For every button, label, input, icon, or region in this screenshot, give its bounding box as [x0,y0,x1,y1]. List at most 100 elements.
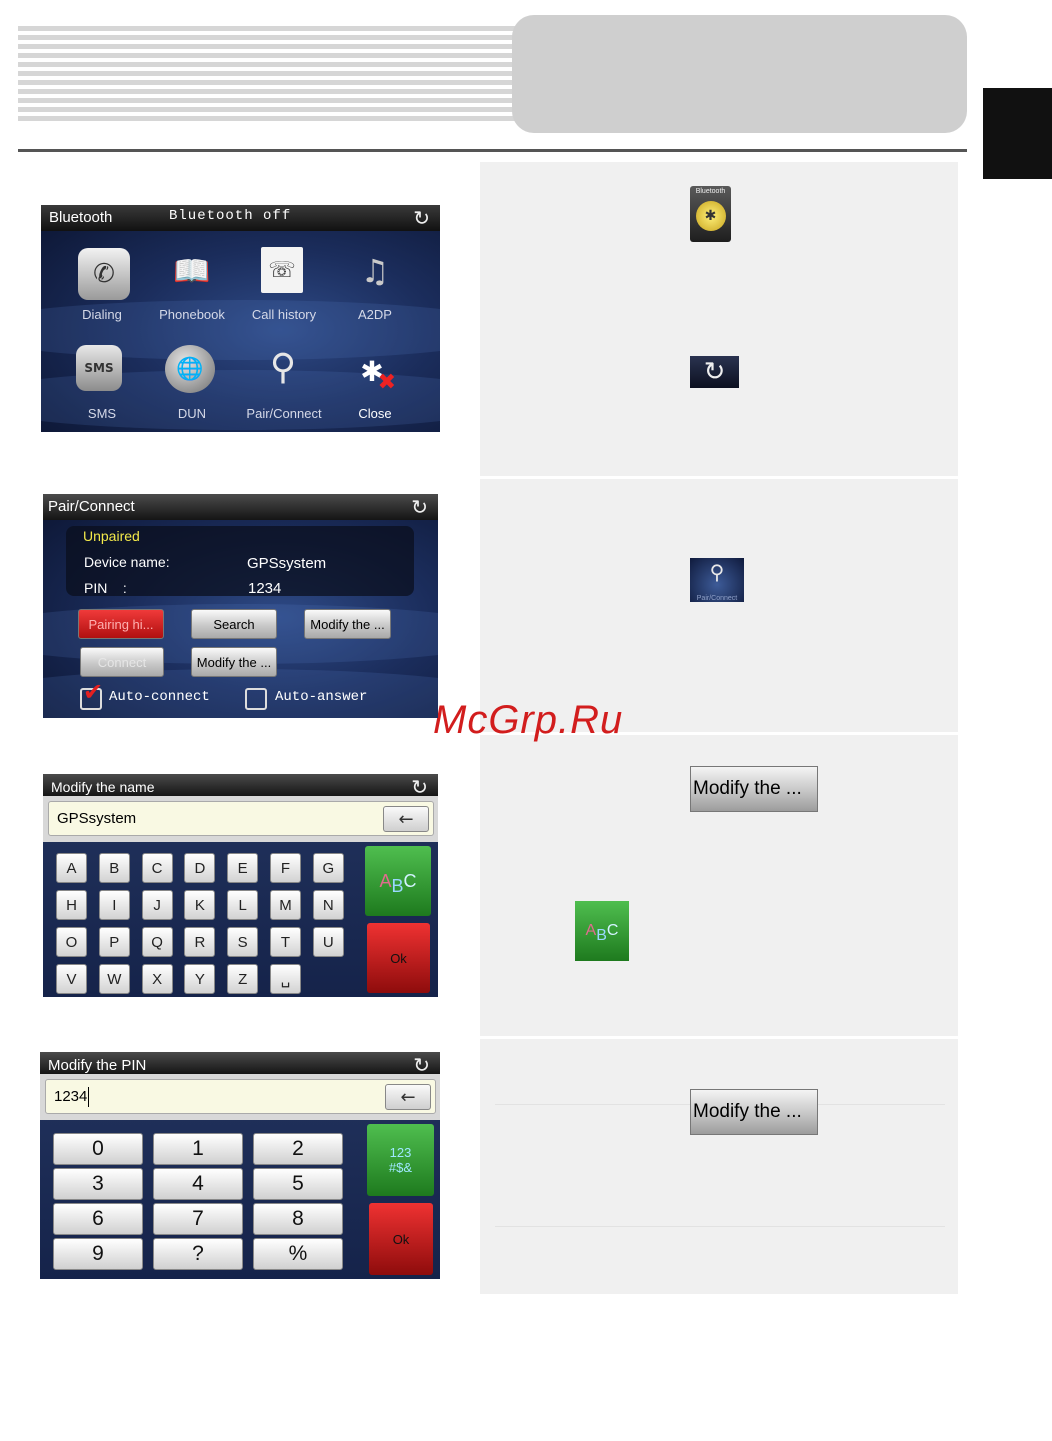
device-name-value: GPSsystem [247,555,327,572]
auto-answer-checkbox[interactable] [245,688,267,710]
key-q[interactable]: Q [141,927,173,957]
screen-title: Bluetooth [49,209,113,226]
close-bluetooth-icon[interactable]: ✱ ✖ [346,345,398,397]
checkmark-icon: ✔ [83,678,104,706]
key-2[interactable]: 2 [253,1133,343,1165]
bluetooth-app-icon: Bluetooth ✱ [690,186,731,242]
pin-input-value: 1234 [54,1088,88,1105]
key-c[interactable]: C [141,853,173,883]
symbol-mode-button[interactable]: 123 #$& [367,1124,434,1196]
pair-connect-app-icon: ⚲ Pair/Connect [690,558,744,602]
watermark: McGrp.Ru [433,698,624,742]
modify-name-button[interactable]: Modify the ... [304,609,391,639]
pin-label: PIN : [84,580,127,596]
name-input[interactable]: GPSsystem [48,801,434,836]
abc-b: B [391,875,404,896]
section-divider [480,1036,958,1039]
key-7[interactable]: 7 [153,1203,243,1235]
key-space[interactable]: ␣ [270,964,301,994]
modify-pin-button-sample: Modify the ... [690,1089,818,1135]
connect-button[interactable]: Connect [80,647,164,677]
screen-title: Pair/Connect [48,498,135,515]
abc-a: A [379,870,392,891]
key-k[interactable]: K [184,890,216,920]
modify-pin-button[interactable]: Modify the ... [191,647,277,677]
key-w[interactable]: W [98,964,130,994]
backspace-icon[interactable]: ← [385,1084,431,1110]
abc-mode-icon-sample: ABC [575,901,629,961]
key-1[interactable]: 1 [153,1133,243,1165]
key-l[interactable]: L [227,890,259,920]
call-history-icon[interactable]: ☏ [261,247,303,293]
key-j[interactable]: J [141,890,173,920]
key-9[interactable]: 9 [53,1238,143,1270]
key-v[interactable]: V [56,964,87,994]
key-s[interactable]: S [227,927,259,957]
key-0[interactable]: 0 [53,1133,143,1165]
auto-connect-label: Auto-connect [109,689,210,705]
sms-icon[interactable]: SMS [76,345,122,391]
pair-connect-icon[interactable]: ⚲ [257,341,309,393]
modify-name-screen: Modify the name ↻ GPSsystem ← ABCDEFGHIJ… [43,774,438,997]
key-i[interactable]: I [98,890,130,920]
pair-connect-app-icon-label: Pair/Connect [696,595,738,602]
key-t[interactable]: T [270,927,301,957]
key-r[interactable]: R [184,927,216,957]
menu-label-close: Close [358,406,392,421]
back-icon[interactable]: ↻ [411,495,428,519]
search-button[interactable]: Search [191,609,277,639]
key-f[interactable]: F [270,853,301,883]
bluetooth-menu-screen: Bluetooth Bluetooth off ↻ ✆ 📖 ☏ ♫ Dialin… [41,205,440,432]
key-m[interactable]: M [270,890,301,920]
backspace-icon[interactable]: ← [383,806,429,832]
key-8[interactable]: 8 [253,1203,343,1235]
back-icon[interactable]: ↻ [413,206,430,230]
abc-mode-button[interactable]: ABC [365,846,431,916]
abc-c: C [403,870,417,891]
modify-pin-screen: Modify the PIN ↻ 1234 ← 0 1 2 3 4 5 6 7 8 9?% 123… [40,1052,440,1279]
dialing-icon[interactable]: ✆ [78,248,130,300]
bluetooth-icon: ✱ [695,201,726,231]
key-e[interactable]: E [227,853,259,883]
key-x[interactable]: X [141,964,173,994]
pin-input[interactable]: 1234 [45,1079,436,1114]
auto-answer-label: Auto-answer [275,689,368,705]
device-name-label: Device name: [84,554,170,570]
key-p[interactable]: P [98,927,130,957]
key-5[interactable]: 5 [253,1168,343,1200]
key-4[interactable]: 4 [153,1168,243,1200]
key-h[interactable]: H [56,890,87,920]
key-b[interactable]: B [98,853,130,883]
pairing-history-button[interactable]: Pairing hi... [78,609,164,639]
ok-button[interactable]: Ok [369,1203,433,1275]
key-d[interactable]: D [184,853,216,883]
phonebook-icon[interactable]: 📖 [161,245,223,297]
key-o[interactable]: O [56,927,87,957]
chapter-tab [983,88,1052,179]
header-rule [18,149,967,152]
modify-name-button-sample: Modify the ... [690,766,818,812]
ok-button[interactable]: Ok [367,923,430,993]
a2dp-icon[interactable]: ♫ [349,245,401,297]
menu-label-call-history: Call history [251,307,317,322]
magnifier-icon: ⚲ [709,560,725,584]
key-y[interactable]: Y [184,964,216,994]
back-icon-sample: ↻ [690,356,739,388]
key-n[interactable]: N [312,890,344,920]
key-question[interactable]: ? [153,1238,243,1270]
key-z[interactable]: Z [227,964,259,994]
key-3[interactable]: 3 [53,1168,143,1200]
menu-label-dun: DUN [177,406,207,421]
menu-label-a2dp: A2DP [358,307,392,322]
menu-label-phonebook: Phonebook [159,307,225,322]
abc-a: A [585,922,597,939]
menu-label-pair-connect: Pair/Connect [246,406,322,421]
key-u[interactable]: U [312,927,344,957]
text-line [495,1226,945,1227]
key-a[interactable]: A [56,853,87,883]
header-stripes [18,26,518,122]
key-percent[interactable]: % [253,1238,343,1270]
dun-icon[interactable]: 🌐 [165,345,215,393]
key-6[interactable]: 6 [53,1203,143,1235]
key-g[interactable]: G [312,853,344,883]
